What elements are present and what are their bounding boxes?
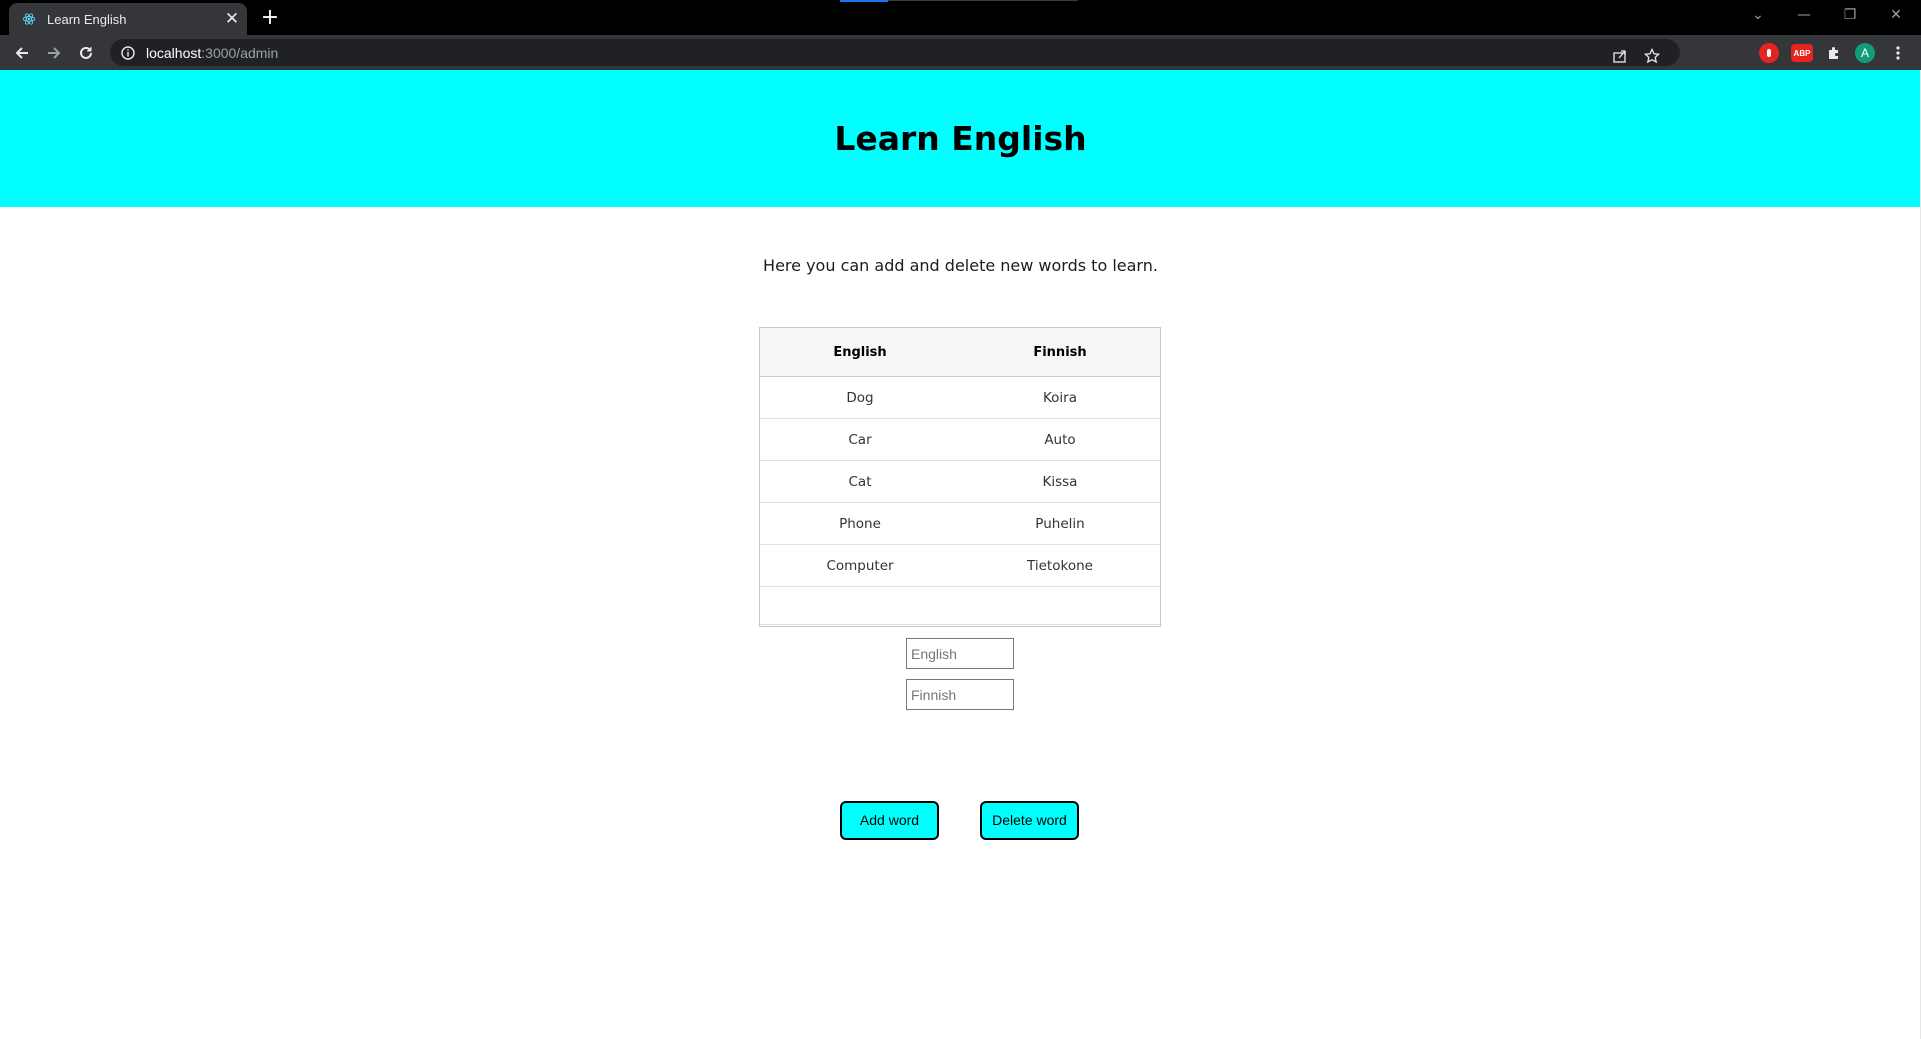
arrow-right-icon bbox=[48, 47, 61, 59]
tab-strip-indicator bbox=[840, 0, 888, 2]
share-icon[interactable] bbox=[1608, 44, 1632, 68]
table-row: Phone Puhelin bbox=[760, 503, 1160, 545]
url-text: localhost:3000/admin bbox=[146, 45, 278, 61]
url-host: localhost bbox=[146, 44, 202, 61]
cell-english: Phone bbox=[839, 515, 881, 532]
tab-strip-line bbox=[888, 0, 1078, 1]
page-title: Learn English bbox=[834, 119, 1087, 158]
page-viewport: Learn English Here you can add and delet… bbox=[0, 70, 1921, 1039]
reload-icon bbox=[80, 46, 92, 59]
address-bar[interactable]: localhost:3000/admin bbox=[110, 39, 1680, 66]
table-row: Cat Kissa bbox=[760, 461, 1160, 503]
cell-finnish: Koira bbox=[1042, 389, 1077, 406]
close-tab-icon[interactable]: ✕ bbox=[223, 10, 241, 28]
arrow-left-icon bbox=[15, 47, 28, 59]
table-row: Computer Tietokone bbox=[760, 545, 1160, 587]
browser-tab[interactable]: Learn English ✕ bbox=[9, 3, 247, 35]
cell-finnish: Puhelin bbox=[1035, 515, 1085, 532]
cell-finnish: Tietokone bbox=[1027, 557, 1093, 574]
column-header-finnish: Finnish bbox=[1033, 344, 1087, 360]
new-tab-button[interactable]: + bbox=[258, 6, 282, 30]
close-window-button[interactable]: ✕ bbox=[1874, 0, 1918, 30]
intro-text: Here you can add and delete new words to… bbox=[763, 256, 1158, 275]
tab-search-icon[interactable]: ⌄ bbox=[1736, 0, 1780, 30]
star-icon[interactable] bbox=[1640, 44, 1664, 68]
tab-title: Learn English bbox=[47, 11, 127, 27]
extension-hand-icon[interactable] bbox=[1759, 43, 1779, 63]
adblock-icon[interactable]: ABP bbox=[1791, 44, 1813, 62]
word-table: English Finnish Dog Koira Car Auto Cat K… bbox=[759, 327, 1161, 627]
table-header-row: English Finnish bbox=[760, 328, 1160, 377]
react-icon bbox=[21, 11, 37, 27]
profile-avatar[interactable]: A bbox=[1855, 43, 1875, 63]
back-button[interactable] bbox=[9, 40, 35, 66]
minimize-button[interactable]: — bbox=[1782, 0, 1826, 30]
english-input[interactable] bbox=[906, 638, 1014, 669]
column-header-english: English bbox=[833, 344, 887, 360]
site-header: Learn English bbox=[0, 70, 1921, 207]
svg-text:ABP: ABP bbox=[1794, 49, 1811, 58]
cell-english: Computer bbox=[826, 557, 894, 574]
restore-button[interactable]: ❐ bbox=[1828, 0, 1872, 30]
table-row: Car Auto bbox=[760, 419, 1160, 461]
reload-button[interactable] bbox=[73, 40, 99, 66]
cell-finnish: Kissa bbox=[1042, 473, 1078, 490]
cell-finnish: Auto bbox=[1044, 431, 1076, 448]
delete-word-button[interactable]: Delete word bbox=[980, 801, 1079, 840]
more-menu-icon[interactable] bbox=[1888, 43, 1908, 63]
browser-toolbar: localhost:3000/admin ABP A bbox=[0, 35, 1921, 70]
info-icon[interactable] bbox=[120, 45, 136, 61]
table-row: Dog Koira bbox=[760, 377, 1160, 419]
url-path: :3000/admin bbox=[201, 44, 279, 61]
finnish-input[interactable] bbox=[906, 679, 1014, 710]
cell-english: Cat bbox=[848, 473, 872, 490]
forward-button[interactable] bbox=[41, 40, 67, 66]
puzzle-icon[interactable] bbox=[1824, 43, 1844, 63]
browser-tab-bar: Learn English ✕ + ⌄ — ❐ ✕ bbox=[0, 0, 1921, 35]
cell-english: Car bbox=[848, 431, 872, 448]
table-empty-row bbox=[760, 587, 1160, 625]
add-word-button[interactable]: Add word bbox=[840, 801, 939, 840]
cell-english: Dog bbox=[846, 389, 874, 406]
